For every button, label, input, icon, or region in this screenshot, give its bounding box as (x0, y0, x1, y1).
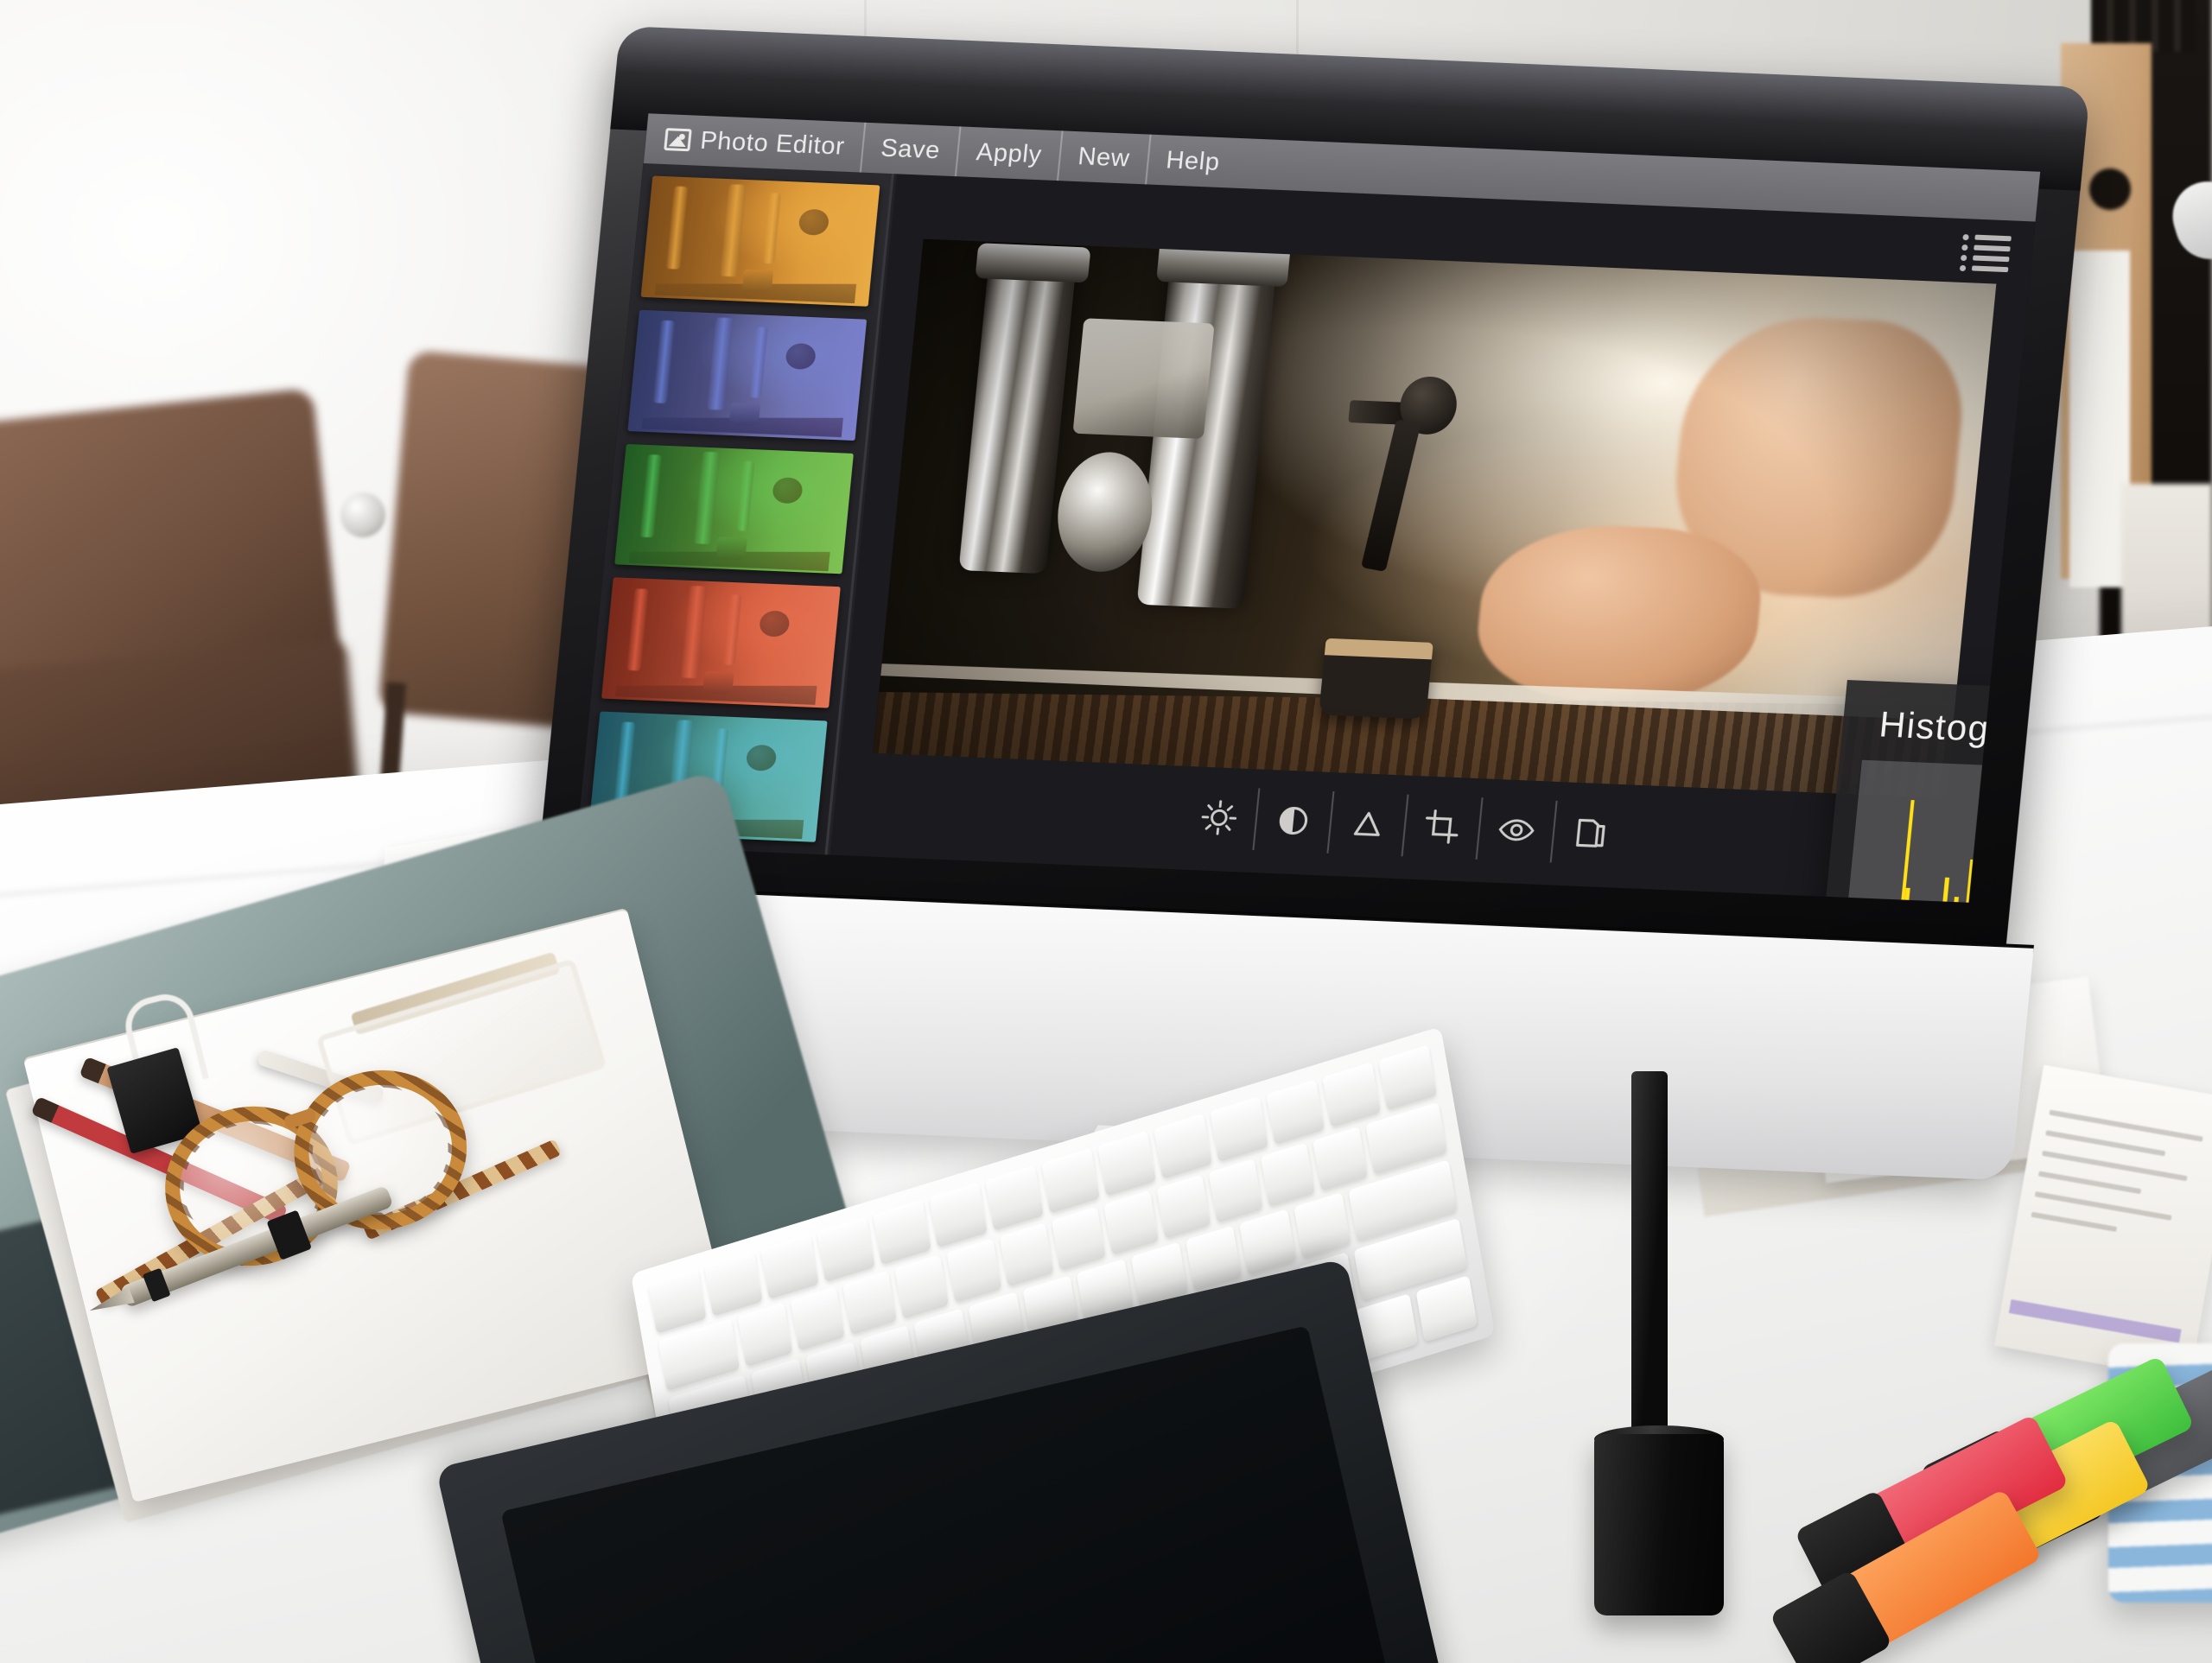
keyboard-key[interactable] (1322, 1062, 1382, 1128)
espresso-cup (1318, 638, 1433, 720)
histogram-bar (1998, 886, 2021, 903)
histogram-bar (2035, 894, 2041, 903)
monitor-screen: Photo Editor Save Apply New Help Histogr… (576, 113, 2041, 903)
keyboard-key[interactable] (1210, 1095, 1268, 1163)
menu-label: Help (1165, 145, 1222, 176)
keyboard-key[interactable] (929, 1182, 988, 1248)
histogram-bar (1884, 799, 1916, 903)
filter-thumb-sepia[interactable] (640, 175, 880, 307)
thumb-color-filter-screen (640, 175, 880, 307)
histogram-bar (2024, 874, 2041, 903)
histogram-bars (1842, 760, 2041, 903)
keyboard-key[interactable] (1313, 1127, 1368, 1192)
keyboard-key[interactable] (1415, 1275, 1478, 1342)
histogram-bar (1887, 888, 1910, 903)
machine-body-panel (1072, 318, 1215, 439)
layers-tool[interactable] (1551, 801, 1630, 866)
door-knob (340, 492, 385, 537)
histogram-title: Histogram (1877, 703, 2041, 752)
brush-handle (1631, 1071, 1668, 1451)
histogram-bar (1948, 859, 1974, 903)
menu-item-help[interactable]: Help (1147, 135, 1240, 188)
keyboard-key[interactable] (1154, 1113, 1212, 1180)
menu-item-save[interactable]: Save (861, 122, 962, 177)
keyboard-key[interactable] (873, 1199, 931, 1266)
app-workspace: Histogram (576, 163, 2041, 903)
keyboard-key[interactable] (999, 1222, 1054, 1288)
histogram-bar (1925, 877, 1949, 903)
canvas-area: Histogram (830, 174, 2041, 903)
histogram-bar (1990, 848, 2018, 903)
keyboard-key[interactable] (737, 1302, 793, 1368)
keyboard-key[interactable] (1260, 1142, 1316, 1208)
filter-thumb-green[interactable] (614, 443, 855, 574)
pen-holder (1594, 1434, 1724, 1615)
menu-item-photo-editor[interactable]: Photo Editor (657, 113, 867, 173)
menu-item-apply[interactable]: Apply (957, 126, 1064, 181)
thumb-color-filter-screen (614, 443, 855, 574)
keyboard-key[interactable] (1294, 1192, 1351, 1259)
histogram-plot (1831, 759, 2041, 903)
keyboard-key[interactable] (1266, 1079, 1325, 1146)
crop-tool[interactable] (1402, 794, 1484, 860)
filter-thumb-red[interactable] (601, 577, 841, 708)
menu-label: Save (879, 134, 942, 164)
menu-item-new[interactable]: New (1058, 130, 1152, 185)
histogram-bar (1936, 896, 1959, 903)
sharpen-tool[interactable] (1327, 791, 1409, 857)
brightness-tool[interactable] (1179, 784, 1260, 851)
machine-cap (1155, 241, 1291, 287)
keyboard-key[interactable] (817, 1216, 875, 1283)
menu-label: Apply (975, 137, 1044, 168)
keyboard-key[interactable] (1155, 1174, 1211, 1240)
machine-cap (975, 242, 1091, 283)
keyboard-key[interactable] (842, 1270, 898, 1336)
keyboard-key[interactable] (1103, 1190, 1159, 1256)
photo-canvas[interactable] (873, 238, 1997, 798)
keyboard-key[interactable] (703, 1250, 763, 1317)
layers-icon (1575, 818, 1605, 847)
thumb-color-filter-screen (627, 309, 868, 441)
list-menu-icon[interactable] (1959, 232, 2012, 273)
histogram-bar (1993, 898, 2016, 903)
keyboard-key[interactable] (1185, 1225, 1243, 1292)
keyboard-key[interactable] (1239, 1209, 1297, 1275)
eye-icon (1498, 819, 1535, 841)
histogram-bar (1971, 841, 1999, 903)
triangle-icon (1353, 811, 1380, 836)
histogram-bar (2012, 861, 2039, 903)
filter-thumb-blue[interactable] (627, 309, 868, 441)
keyboard-key[interactable] (894, 1254, 950, 1320)
keyboard-key[interactable] (946, 1238, 1002, 1304)
keyboard-key[interactable] (760, 1233, 819, 1300)
keyboard-key[interactable] (1378, 1044, 1438, 1111)
contrast-tool[interactable] (1253, 788, 1334, 854)
receipt-band (2008, 1299, 2182, 1343)
photo-icon (664, 128, 692, 152)
keyboard-key[interactable] (1097, 1130, 1156, 1196)
desk-scene: Photo Editor Save Apply New Help Histogr… (0, 0, 2212, 1663)
photo-editor-app: Photo Editor Save Apply New Help Histogr… (576, 113, 2041, 903)
preview-tool[interactable] (1477, 797, 1558, 863)
monitor-shell: Photo Editor Save Apply New Help Histogr… (535, 26, 2091, 956)
keyboard-key[interactable] (790, 1286, 845, 1352)
menu-label: Photo Editor (698, 126, 847, 161)
keyboard-key[interactable] (1041, 1147, 1100, 1214)
keyboard-key[interactable] (985, 1165, 1044, 1231)
crop-icon (1425, 809, 1458, 844)
menu-label: New (1077, 142, 1132, 173)
contrast-icon (1279, 806, 1307, 835)
thumb-color-filter-screen (601, 577, 841, 708)
machine-steam-arm (1361, 419, 1421, 572)
sun-icon (1201, 800, 1236, 835)
keyboard-key[interactable] (1051, 1206, 1107, 1272)
keyboard-key[interactable] (1208, 1158, 1263, 1224)
keyboard-key[interactable] (647, 1267, 707, 1335)
